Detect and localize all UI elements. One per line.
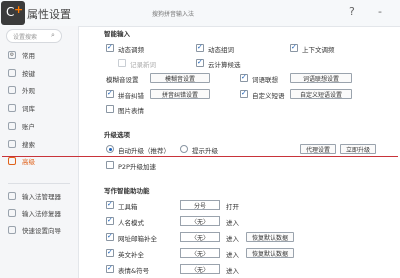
sidebar-item-appearance[interactable]: 外观 — [8, 84, 35, 96]
settings-search-input[interactable]: 设置搜索 ⌕ — [6, 29, 62, 43]
context-freq-checkbox[interactable] — [290, 43, 298, 52]
help-button[interactable]: ? — [349, 5, 355, 18]
upgrade-heading: 升级选项 — [104, 131, 130, 139]
fuzzy-settings-button[interactable]: 模糊音设置 — [150, 73, 210, 83]
red-divider — [2, 156, 398, 157]
upgrade-now-button[interactable]: 立即升级 — [340, 144, 376, 154]
word-assoc-settings-button[interactable]: 词语联想设置 — [290, 73, 352, 83]
url-email-complete-label: 网址邮箱补全 — [118, 235, 157, 243]
p2p-accel-checkbox[interactable] — [106, 161, 114, 169]
advanced-icon — [8, 157, 16, 165]
book-icon — [8, 104, 16, 112]
title-bar: C + 属性设置 搜狗拼音输入法 ? - — [0, 0, 400, 27]
smart-input-heading: 智能输入 — [104, 30, 130, 38]
sidebar-item-quick-wizard[interactable]: 快速设置向导 — [8, 224, 61, 236]
image-expression-checkbox[interactable] — [106, 105, 114, 113]
sidebar-item-account[interactable]: 账户 — [8, 120, 35, 132]
prompt-upgrade-label: 提示升级 — [192, 147, 218, 155]
record-new-words-checkbox[interactable] — [118, 59, 126, 67]
auto-upgrade-label: 自动升级（推荐） — [118, 147, 170, 155]
sidebar-divider — [8, 183, 70, 184]
sidebar-item-lexicon[interactable]: 词库 — [8, 102, 35, 114]
english-complete-hotkey[interactable]: 〈无〉 — [180, 248, 220, 258]
english-complete-checkbox[interactable] — [106, 248, 114, 257]
window-title: 属性设置 — [27, 8, 71, 21]
wizard-icon — [8, 226, 16, 234]
gear-icon: ⚙ — [8, 51, 16, 59]
toolbox-label: 工具箱 — [118, 203, 138, 211]
user-icon — [8, 122, 16, 130]
word-assoc-label: 词语联想 — [252, 76, 278, 84]
emoji-symbol-hotkey[interactable]: 〈无〉 — [180, 264, 220, 274]
toolbox-checkbox[interactable] — [106, 200, 114, 209]
sidebar-item-ime-repair[interactable]: 输入法修复器 — [8, 207, 61, 219]
toolbox-hotkey[interactable]: 分号 — [180, 200, 220, 210]
custom-phrase-settings-button[interactable]: 自定义短语设置 — [290, 89, 352, 99]
keyboard-icon — [8, 69, 16, 77]
dynamic-freq-label: 动态调频 — [118, 46, 144, 54]
context-freq-label: 上下文调频 — [302, 46, 335, 54]
pinyin-fix-label: 拼音纠错 — [118, 92, 144, 100]
emoji-symbol-action: 进入 — [226, 267, 239, 275]
english-restore-button[interactable]: 恢复默认数据 — [246, 248, 294, 258]
sidebar-item-common[interactable]: ⚙ 常用 — [8, 49, 35, 61]
sidebar-item-ime-manager[interactable]: 输入法管理器 — [8, 190, 61, 202]
sidebar-item-search[interactable]: 搜索 — [8, 138, 35, 150]
dynamic-phrase-checkbox[interactable] — [196, 43, 204, 52]
dynamic-freq-checkbox[interactable] — [106, 43, 114, 52]
english-complete-action: 进入 — [226, 251, 239, 259]
palette-icon — [8, 86, 16, 94]
url-email-restore-button[interactable]: 恢复默认数据 — [246, 232, 294, 242]
emoji-symbol-label: 表情&符号 — [118, 267, 150, 275]
sidebar: 设置搜索 ⌕ ⚙ 常用 按键 外观 词库 账户 搜索 高级 输入法管理器 输入法修… — [0, 26, 79, 278]
english-complete-label: 英文补全 — [118, 251, 144, 259]
search-icon — [8, 140, 16, 148]
toolbox-action: 打开 — [226, 203, 239, 211]
manager-icon — [8, 192, 16, 200]
minimize-button[interactable]: - — [378, 5, 382, 18]
name-mode-action: 进入 — [226, 219, 239, 227]
settings-window: C + 属性设置 搜狗拼音输入法 ? - 设置搜索 ⌕ ⚙ 常用 按键 外观 词库 … — [0, 0, 400, 278]
url-email-complete-checkbox[interactable] — [106, 232, 114, 241]
pinyin-fix-checkbox[interactable] — [106, 89, 114, 98]
pinyin-fix-settings-button[interactable]: 拼音纠错设置 — [150, 89, 210, 99]
search-placeholder: 设置搜索 — [13, 34, 38, 41]
search-icon[interactable]: ⌕ — [51, 31, 55, 40]
url-email-hotkey[interactable]: 〈无〉 — [180, 232, 220, 242]
word-assoc-checkbox[interactable] — [240, 73, 248, 82]
record-new-words-label: 记录新词 — [130, 61, 156, 69]
custom-phrase-checkbox[interactable] — [240, 89, 248, 98]
sidebar-item-keys[interactable]: 按键 — [8, 67, 35, 79]
cloud-candidate-checkbox[interactable] — [196, 58, 204, 67]
writing-assist-heading: 写作智能助功能 — [104, 187, 150, 195]
url-email-action: 进入 — [226, 235, 239, 243]
emoji-symbol-checkbox[interactable] — [106, 264, 114, 273]
name-mode-hotkey[interactable]: 〈无〉 — [180, 216, 220, 226]
custom-phrase-label: 自定义短语 — [252, 92, 285, 100]
proxy-settings-button[interactable]: 代理设置 — [300, 144, 336, 154]
app-logo-icon: C + — [1, 1, 25, 25]
name-mode-label: 人名模式 — [118, 219, 144, 227]
image-expression-label: 图片表情 — [118, 107, 144, 115]
cloud-candidate-label: 云计算候选 — [208, 61, 241, 69]
prompt-upgrade-radio[interactable] — [180, 145, 188, 153]
fuzzy-label: 模糊音设置 — [106, 76, 139, 84]
repair-icon — [8, 209, 16, 217]
p2p-accel-label: P2P升级加速 — [118, 163, 156, 171]
name-mode-checkbox[interactable] — [106, 216, 114, 225]
window-caption: 搜狗拼音输入法 — [152, 11, 195, 18]
dynamic-phrase-label: 动态组词 — [208, 46, 234, 54]
auto-upgrade-radio[interactable] — [106, 145, 114, 153]
